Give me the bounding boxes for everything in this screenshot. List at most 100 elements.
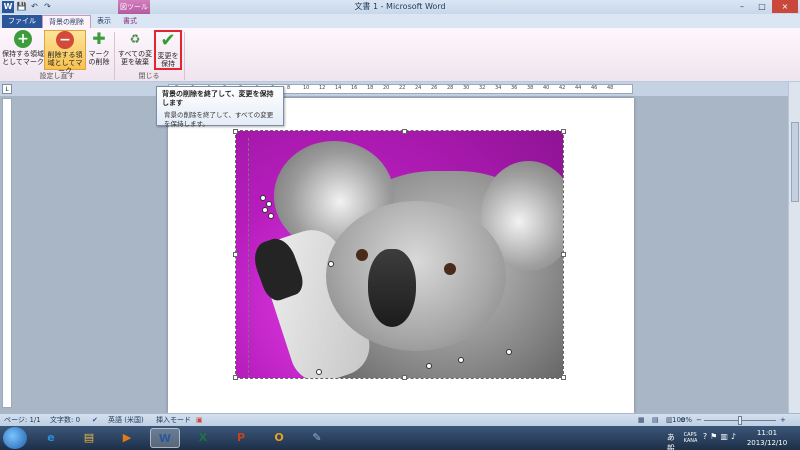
taskbar-outlook-icon[interactable]: O xyxy=(264,428,294,448)
tab-format[interactable]: 書式 xyxy=(117,15,143,28)
group-label-close: 閉じる xyxy=(138,72,160,80)
tab-file[interactable]: ファイル xyxy=(2,15,42,28)
clock-date: 2013/12/10 xyxy=(746,439,788,447)
word-count[interactable]: 文字数: 0 xyxy=(50,414,80,426)
tab-selector-button[interactable]: L xyxy=(2,84,12,94)
tray-icons: あ 般 CAPS KANA ? ⚑ ▥ ♪ xyxy=(667,432,736,450)
taskbar-ie-icon[interactable]: e xyxy=(36,428,66,448)
ruler-tick-label: 30 xyxy=(463,85,470,91)
keep-mark[interactable] xyxy=(316,369,322,375)
full-screen-view-icon[interactable]: ▤ xyxy=(652,414,659,426)
zoom-level[interactable]: 100% xyxy=(672,414,692,426)
ruler-tick-label: 22 xyxy=(399,85,406,91)
resize-handle[interactable] xyxy=(561,129,566,134)
koala-picture[interactable] xyxy=(235,130,564,379)
taskbar-powerpoint-icon[interactable]: P xyxy=(226,428,256,448)
resize-handle[interactable] xyxy=(233,129,238,134)
minus-icon: − xyxy=(56,31,74,49)
ruler-row: L 86422468101214161820222426283032343638… xyxy=(0,82,800,96)
taskbar-excel-icon[interactable]: X xyxy=(188,428,218,448)
undo-icon[interactable]: ↶ xyxy=(29,1,40,12)
ruler-tick-label: 12 xyxy=(319,85,326,91)
ruler-tick-label: 14 xyxy=(335,85,342,91)
tooltip-body: 背景の削除を終了して、すべての変更を保持します。 xyxy=(164,111,274,128)
discard-label: すべての変更を破棄 xyxy=(117,50,153,66)
resize-handle[interactable] xyxy=(402,375,407,380)
taskbar-word-icon[interactable]: W xyxy=(150,428,180,448)
ruler-tick-label: 32 xyxy=(479,85,486,91)
keep-changes-tooltip: 背景の削除を終了して、変更を保持します 背景の削除を終了して、すべての変更を保持… xyxy=(156,86,284,128)
zoom-slider-knob[interactable] xyxy=(738,416,742,425)
ribbon-tabs: ファイル 背景の削除 表示 書式 xyxy=(0,14,800,28)
insert-mode-indicator[interactable]: 挿入モード xyxy=(156,414,191,426)
recycle-icon: ♻ xyxy=(129,32,141,46)
ruler-tick-label: 46 xyxy=(591,85,598,91)
ruler-tick-label: 20 xyxy=(383,85,390,91)
zoom-out-button[interactable]: − xyxy=(696,414,702,426)
page-count[interactable]: ページ: 1/1 xyxy=(4,414,41,426)
tooltip-title: 背景の削除を終了して、変更を保持します xyxy=(162,90,274,107)
help-icon[interactable]: ? xyxy=(703,432,707,450)
delete-mark-button[interactable]: ✚ マークの削除 xyxy=(86,30,112,70)
keep-changes-button[interactable]: ✔ 変更を保持 xyxy=(154,30,182,70)
ruler-tick-label: 16 xyxy=(351,85,358,91)
tab-background-removal[interactable]: 背景の削除 xyxy=(42,15,91,28)
ruler-tick-label: 28 xyxy=(447,85,454,91)
keep-mark[interactable] xyxy=(260,195,266,201)
keep-mark[interactable] xyxy=(262,207,268,213)
group-separator xyxy=(184,32,185,80)
volume-icon[interactable]: ♪ xyxy=(731,432,736,450)
taskbar-media-icon[interactable]: ▶ xyxy=(112,428,142,448)
taskbar-explorer-icon[interactable]: ▤ xyxy=(74,428,104,448)
keep-mark[interactable] xyxy=(426,363,432,369)
resize-handle[interactable] xyxy=(561,252,566,257)
resize-handle[interactable] xyxy=(233,375,238,380)
status-bar: ページ: 1/1 文字数: 0 ✔ 英語 (米国) 挿入モード ▣ ▦ ▤ ▥ … xyxy=(0,413,800,426)
proofing-icon[interactable]: ✔ xyxy=(92,414,98,426)
keep-mark[interactable] xyxy=(328,261,334,267)
redo-icon[interactable]: ↷ xyxy=(42,1,53,12)
vertical-scrollbar[interactable] xyxy=(788,82,800,413)
zoom-in-button[interactable]: + xyxy=(780,414,786,426)
resize-handle[interactable] xyxy=(402,129,407,134)
ruler-tick-label: 34 xyxy=(495,85,502,91)
ruler-tick-label: 10 xyxy=(303,85,310,91)
language-indicator[interactable]: 英語 (米国) xyxy=(108,414,144,426)
network-icon[interactable]: ▥ xyxy=(720,432,728,450)
koala-right-eye xyxy=(444,263,456,275)
ruler-tick-label: 24 xyxy=(415,85,422,91)
resize-handle[interactable] xyxy=(233,252,238,257)
ruler-tick-label: 44 xyxy=(575,85,582,91)
zoom-control: 100% − + xyxy=(672,416,792,425)
maximize-button[interactable]: □ xyxy=(752,0,772,13)
caps-kana-indicator[interactable]: CAPS KANA xyxy=(684,432,700,450)
quick-access-toolbar: 💾 ↶ ↷ xyxy=(16,1,53,12)
mark-areas-to-keep-button[interactable]: + 保持する領域としてマーク xyxy=(2,30,44,70)
flag-icon[interactable]: ⚑ xyxy=(710,432,717,450)
macro-record-icon[interactable]: ▣ xyxy=(196,414,203,426)
keep-changes-label: 変更を保持 xyxy=(157,52,179,68)
word-app-icon[interactable]: W xyxy=(2,1,14,13)
print-layout-view-icon[interactable]: ▦ xyxy=(638,414,645,426)
start-button[interactable] xyxy=(3,427,27,449)
clock[interactable]: 11:01 2013/12/10 xyxy=(740,428,794,448)
tab-view[interactable]: 表示 xyxy=(91,15,117,28)
vertical-ruler[interactable] xyxy=(2,98,12,408)
ime-indicator[interactable]: あ 般 xyxy=(667,432,681,450)
background-removal-marquee-line[interactable] xyxy=(248,138,249,378)
plus-icon: + xyxy=(14,30,32,48)
keep-mark[interactable] xyxy=(266,201,272,207)
scrollbar-thumb[interactable] xyxy=(791,122,799,202)
resize-handle[interactable] xyxy=(561,375,566,380)
discard-all-changes-button[interactable]: ♻ すべての変更を破棄 xyxy=(116,30,154,70)
keep-mark[interactable] xyxy=(458,357,464,363)
minimize-button[interactable]: – xyxy=(732,0,752,13)
save-icon[interactable]: 💾 xyxy=(16,1,27,12)
close-button[interactable]: × xyxy=(772,0,798,13)
delete-mark-icon: ✚ xyxy=(92,29,106,48)
mark-areas-to-remove-button[interactable]: − 削除する領域としてマーク xyxy=(44,30,86,75)
taskbar-paint-icon[interactable]: ✎ xyxy=(302,428,332,448)
ruler-tick-label: 36 xyxy=(511,85,518,91)
keep-mark[interactable] xyxy=(506,349,512,355)
keep-mark[interactable] xyxy=(268,213,274,219)
